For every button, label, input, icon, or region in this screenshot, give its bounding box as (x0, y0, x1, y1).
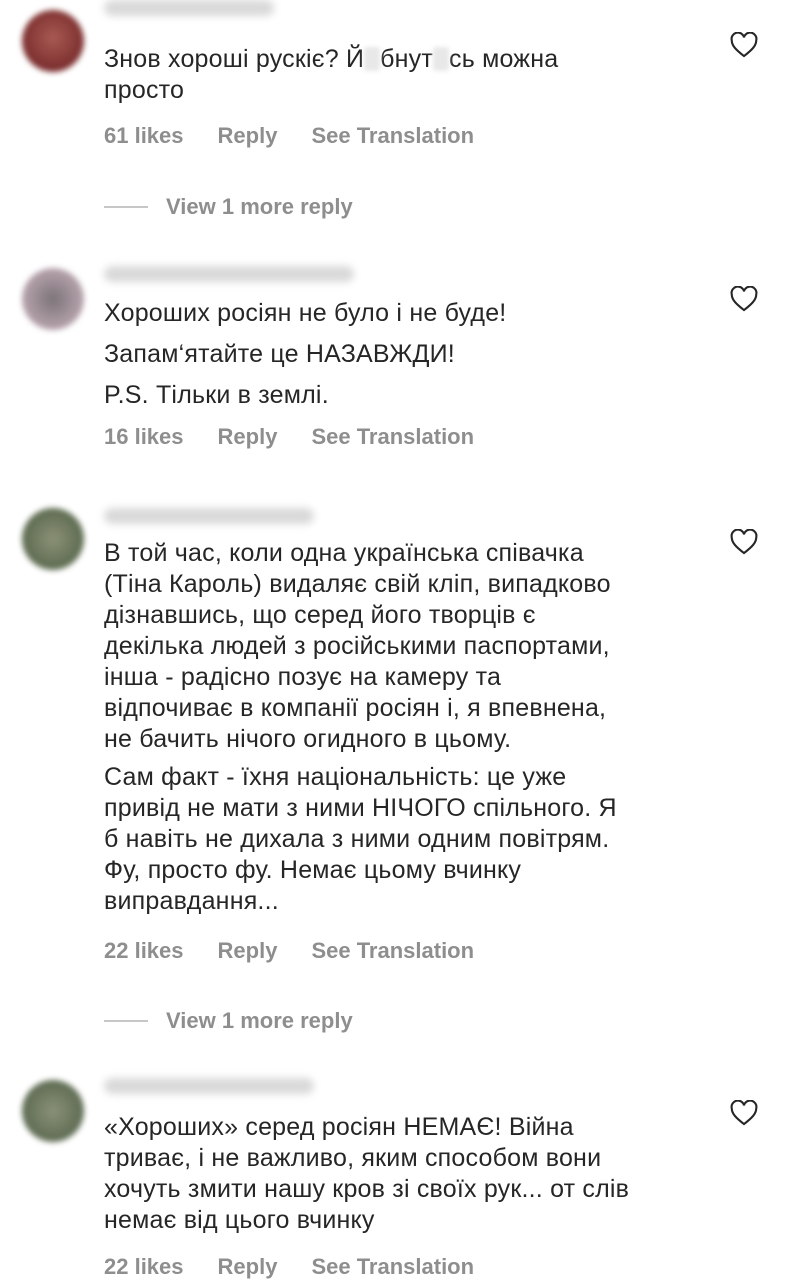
comment-text: В той час, коли одна українська співачка… (104, 538, 724, 924)
comment-text: «Хороших» серед росіян НЕМАЄ! Війна трив… (104, 1112, 724, 1243)
comment-paragraph: P.S. Тільки в землі. (104, 381, 329, 409)
likes-count[interactable]: 61 likes (104, 123, 184, 149)
avatar[interactable] (22, 508, 84, 570)
view-more-label: View 1 more reply (166, 194, 353, 219)
divider-line (104, 206, 148, 208)
view-more-replies[interactable]: View 1 more reply (104, 194, 353, 220)
comment-meta: 61 likes Reply See Translation (104, 123, 474, 149)
likes-count[interactable]: 22 likes (104, 938, 184, 964)
username-blurred[interactable] (104, 1078, 314, 1094)
likes-count[interactable]: 22 likes (104, 1254, 184, 1280)
username-blurred[interactable] (104, 508, 314, 524)
username-blurred[interactable] (104, 266, 354, 282)
divider-line (104, 1020, 148, 1022)
comment-paragraph: Хороших росіян не було і не буде! (104, 299, 507, 327)
heart-outline-icon[interactable] (730, 286, 758, 312)
heart-outline-icon[interactable] (730, 1100, 758, 1126)
comment-paragraph: В той час, коли одна українська співачка… (104, 539, 611, 753)
reply-button[interactable]: Reply (218, 1254, 278, 1280)
see-translation-button[interactable]: See Translation (311, 1254, 474, 1280)
heart-outline-icon[interactable] (730, 32, 758, 58)
reply-button[interactable]: Reply (218, 424, 278, 450)
see-translation-button[interactable]: See Translation (311, 424, 474, 450)
comment-text: Знов хороші рускіє? Йбнут сь можна просто (104, 44, 704, 113)
heart-outline-icon[interactable] (730, 529, 758, 555)
comment-text-part: бнут (380, 45, 434, 73)
comment-meta: 16 likes Reply See Translation (104, 424, 474, 450)
avatar[interactable] (22, 268, 84, 330)
reply-button[interactable]: Reply (218, 123, 278, 149)
see-translation-button[interactable]: See Translation (311, 938, 474, 964)
comment-text: Хороших росіян не було і не буде! Запам‘… (104, 298, 704, 418)
view-more-replies[interactable]: View 1 more reply (104, 1008, 353, 1034)
comment-paragraph: Сам факт - їхня національність: це уже п… (104, 763, 617, 915)
reply-button[interactable]: Reply (218, 938, 278, 964)
comment-paragraph: «Хороших» серед росіян НЕМАЄ! Війна трив… (104, 1113, 630, 1234)
comment-meta: 22 likes Reply See Translation (104, 938, 474, 964)
comment-text-part: Знов хороші рускіє? Й (104, 45, 365, 73)
censor-blur (433, 47, 450, 71)
likes-count[interactable]: 16 likes (104, 424, 184, 450)
see-translation-button[interactable]: See Translation (311, 123, 474, 149)
username-blurred[interactable] (104, 0, 274, 16)
avatar[interactable] (22, 10, 84, 72)
view-more-label: View 1 more reply (166, 1008, 353, 1033)
censor-blur (364, 47, 381, 71)
comment-paragraph: Запам‘ятайте це НАЗАВЖДИ! (104, 340, 455, 368)
avatar[interactable] (22, 1080, 84, 1142)
comment-meta: 22 likes Reply See Translation (104, 1254, 474, 1280)
